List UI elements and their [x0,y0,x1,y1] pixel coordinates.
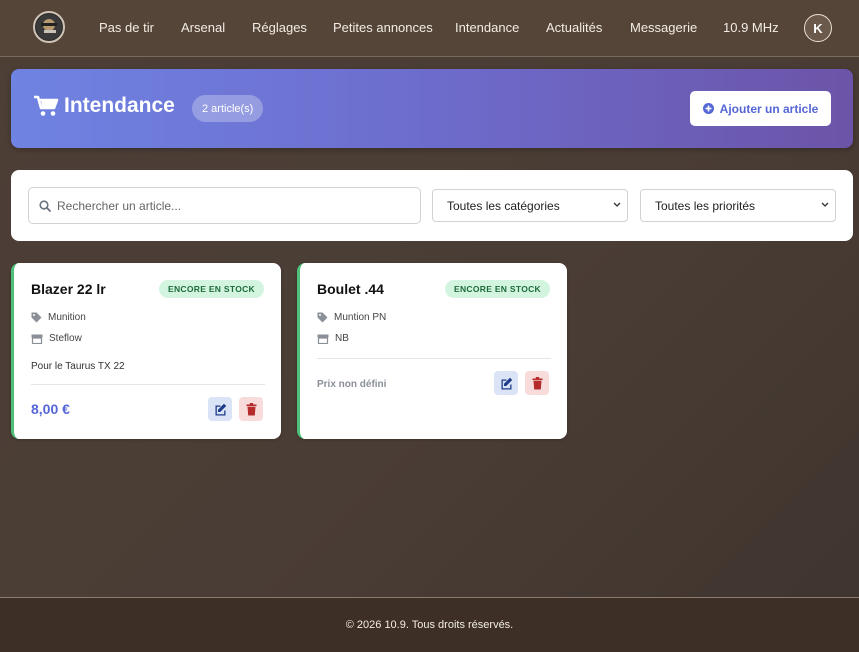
priority-select[interactable]: Toutes les priorités [640,189,836,222]
nav-link-reglages[interactable]: Réglages [252,20,307,35]
delete-article-button[interactable] [525,371,549,395]
stock-status-badge: ENCORE EN STOCK [445,280,550,298]
article-price-undefined: Prix non défini [317,379,387,390]
article-card[interactable]: Boulet .44 ENCORE EN STOCK Muntion PN NB… [297,263,567,439]
edit-icon [215,403,226,415]
top-navbar: Pas de tir Arsenal Réglages Petites anno… [0,0,859,57]
footer-copyright: © 2026 10.9. Tous droits réservés. [345,619,514,631]
article-store: Steflow [31,333,82,344]
article-title: Boulet .44 [317,281,384,297]
page-title-text: Intendance [64,94,175,117]
user-avatar[interactable]: K [804,14,832,42]
priority-select-value: Toutes les priorités [655,198,756,213]
shopping-cart-icon [34,95,59,116]
stock-status-badge: ENCORE EN STOCK [159,280,264,298]
trash-icon [246,402,256,415]
article-category: Munition [31,312,86,323]
delete-article-button[interactable] [239,397,263,421]
article-store-text: NB [335,333,349,344]
plus-circle-icon [702,103,714,114]
store-icon [31,334,43,344]
tag-icon [317,312,328,323]
article-count-badge: 2 article(s) [192,95,264,122]
article-category-text: Muntion PN [334,312,387,323]
nav-link-messagerie[interactable]: Messagerie [630,20,697,35]
nav-link-actualites[interactable]: Actualités [546,20,602,35]
article-store: NB [317,333,349,344]
category-select[interactable]: Toutes les catégories [432,189,628,222]
add-article-button[interactable]: Ajouter un article [690,91,831,126]
nav-link-intendance[interactable]: Intendance [455,20,519,35]
card-divider [317,358,551,359]
store-icon [317,334,329,344]
search-icon [39,200,51,212]
chevron-down-icon [821,202,829,207]
page-header-banner: Intendance 2 article(s) Ajouter un artic… [11,69,853,148]
article-store-text: Steflow [49,333,82,344]
edit-icon [501,377,512,389]
nav-link-radio[interactable]: 10.9 MHz [723,20,779,35]
filter-panel: Toutes les catégories Toutes les priorit… [11,170,853,241]
article-note: Pour le Taurus TX 22 [31,361,125,372]
tag-icon [31,312,42,323]
trash-icon [532,376,542,389]
edit-article-button[interactable] [494,371,518,395]
article-card[interactable]: Blazer 22 lr ENCORE EN STOCK Munition St… [11,263,281,439]
article-price: 8,00 € [31,401,70,417]
search-input[interactable] [57,188,417,223]
nav-link-arsenal[interactable]: Arsenal [181,20,225,35]
card-divider [31,384,265,385]
search-field[interactable] [28,187,421,224]
nav-link-petites-annonces[interactable]: Petites annonces [333,20,433,35]
article-title: Blazer 22 lr [31,281,106,297]
nav-link-pas-de-tir[interactable]: Pas de tir [99,20,154,35]
article-category: Muntion PN [317,312,386,323]
article-category-text: Munition [48,312,86,323]
page-footer: © 2026 10.9. Tous droits réservés. [0,597,859,652]
category-select-value: Toutes les catégories [447,198,560,213]
add-article-label: Ajouter un article [719,101,819,116]
chevron-down-icon [613,202,621,207]
edit-article-button[interactable] [208,397,232,421]
page-title: Intendance [33,94,175,118]
